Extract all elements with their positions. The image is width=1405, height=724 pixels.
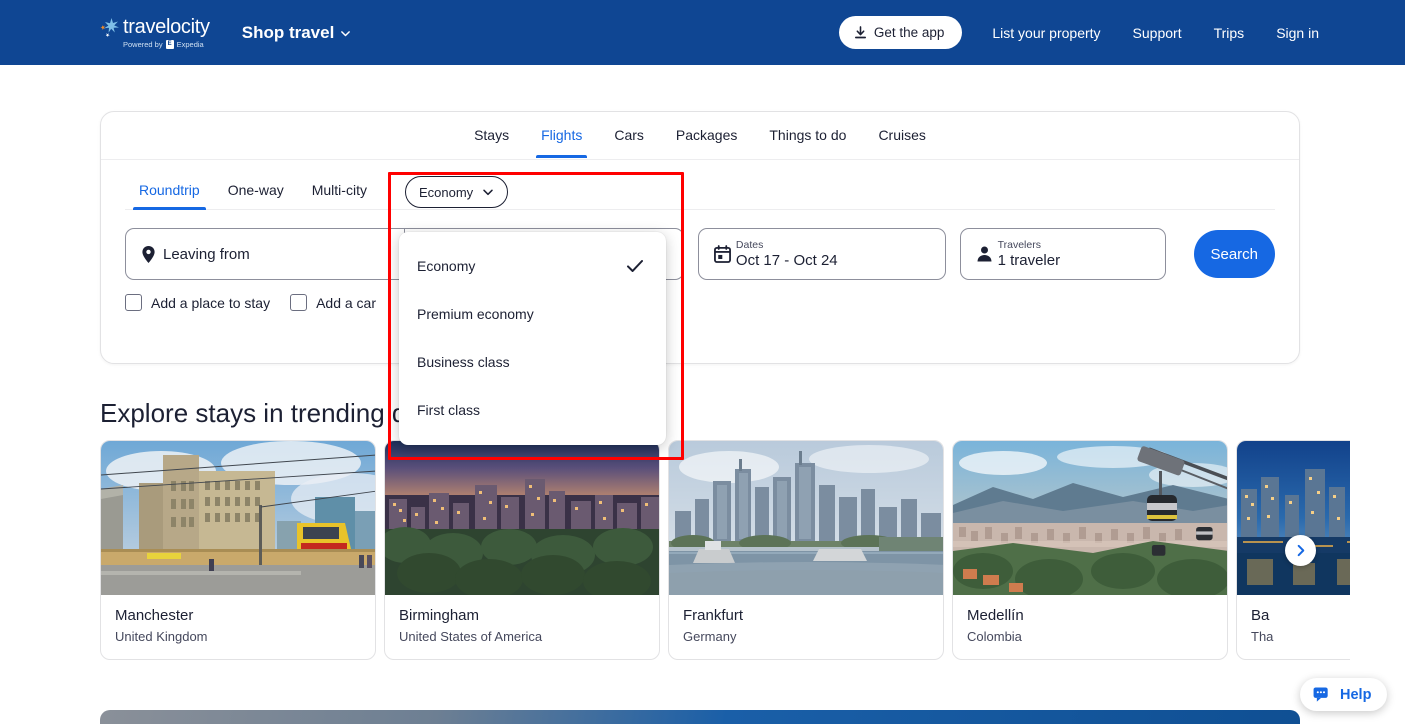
trip-type-row: Roundtrip One-way Multi-city Economy (101, 160, 1299, 210)
powered-by-text: Powered by (123, 39, 163, 49)
tab-cruises[interactable]: Cruises (862, 114, 941, 157)
tab-packages[interactable]: Packages (660, 114, 753, 157)
destination-city: Frankfurt (683, 607, 744, 624)
search-fields-row: Leaving from Going to (101, 210, 1299, 280)
nav-support[interactable]: Support (1117, 25, 1198, 41)
checkbox-icon[interactable] (290, 294, 308, 311)
trip-tab-multi-city[interactable]: Multi-city (298, 174, 381, 210)
destination-meta: Birmingham United States of America (385, 595, 659, 644)
destination-country: Tha (1251, 629, 1274, 644)
tab-things-to-do[interactable]: Things to do (753, 114, 862, 157)
expedia-badge-icon: E (165, 39, 174, 49)
header-nav: Get the app List your property Support T… (838, 16, 1319, 49)
get-the-app-button[interactable]: Get the app (838, 16, 963, 49)
tab-stays[interactable]: Stays (458, 114, 525, 157)
cabin-class-dropdown-menu: Economy Premium economy Business class F… (399, 232, 666, 445)
destination-image-bangkok (1237, 441, 1350, 595)
chat-bubble-icon (1313, 686, 1332, 703)
add-place-to-stay-checkbox[interactable]: Add a place to stay (125, 294, 270, 311)
destination-city: Manchester (115, 607, 194, 624)
travelers-field-label: Travelers (997, 238, 1041, 251)
destination-meta: Medellín Colombia (953, 595, 1227, 644)
bottom-promo-banner[interactable] (100, 710, 1300, 724)
shop-travel-label: Shop travel (241, 22, 335, 42)
dates-field-value: Oct 17 - Oct 24 (735, 251, 838, 269)
nav-trips[interactable]: Trips (1198, 25, 1261, 41)
destination-card[interactable]: Birmingham United States of America (384, 440, 660, 660)
cabin-option-economy[interactable]: Economy (399, 242, 666, 290)
nav-list-your-property[interactable]: List your property (976, 25, 1116, 41)
dates-field-label: Dates (735, 238, 764, 251)
calendar-icon (713, 245, 736, 263)
destination-image-manchester (101, 441, 375, 595)
tab-flights[interactable]: Flights (525, 114, 598, 158)
destination-image-frankfurt (669, 441, 943, 595)
search-options-row: Add a place to stay Add a car (101, 280, 1299, 311)
person-icon (976, 245, 998, 263)
add-a-car-label: Add a car (316, 294, 377, 311)
destination-country: Germany (683, 629, 737, 644)
destination-meta: Ba Tha (1237, 595, 1350, 644)
cabin-option-business-class[interactable]: Business class (399, 338, 666, 386)
destination-card[interactable]: Medellín Colombia (952, 440, 1228, 660)
location-pin-icon (141, 245, 163, 264)
carousel-next-button[interactable] (1285, 535, 1316, 566)
brand-powered-by: Powered by E Expedia (123, 39, 210, 49)
travelocity-home-page: travelocity Powered by E Expedia Shop tr… (0, 0, 1405, 724)
destination-country: Colombia (967, 629, 1022, 644)
travelocity-logo[interactable]: travelocity Powered by E Expedia (99, 17, 210, 49)
checkbox-icon[interactable] (125, 294, 142, 311)
check-icon (626, 259, 644, 274)
travelers-field-value: 1 traveler (997, 251, 1061, 269)
help-label: Help (1340, 686, 1372, 703)
download-icon (854, 25, 867, 40)
flight-search-card: Stays Flights Cars Packages Things to do… (100, 111, 1300, 364)
travelocity-star-icon (99, 17, 121, 43)
chevron-right-icon (1294, 544, 1307, 557)
trip-tab-one-way[interactable]: One-way (214, 174, 298, 210)
cabin-option-label: Premium economy (417, 306, 534, 322)
destination-city: Ba (1251, 607, 1270, 624)
destination-image-medellin (953, 441, 1227, 595)
destination-meta: Frankfurt Germany (669, 595, 943, 644)
site-header: travelocity Powered by E Expedia Shop tr… (0, 0, 1405, 65)
tab-cars[interactable]: Cars (598, 114, 660, 157)
brand-name: travelocity (123, 15, 210, 38)
shop-travel-menu[interactable]: Shop travel (241, 22, 351, 43)
trending-destinations-carousel: Manchester United Kingdom Birmingham Uni… (100, 440, 1350, 660)
cabin-option-first-class[interactable]: First class (399, 386, 666, 434)
origin-placeholder: Leaving from (163, 245, 250, 263)
cabin-option-label: Economy (417, 258, 476, 274)
destination-card[interactable]: Frankfurt Germany (668, 440, 944, 660)
cabin-class-dropdown-button[interactable]: Economy (404, 176, 509, 208)
line-of-business-tabs: Stays Flights Cars Packages Things to do… (101, 112, 1299, 160)
cabin-option-label: Business class (417, 354, 510, 370)
expedia-name: Expedia (176, 39, 204, 49)
chevron-down-icon (482, 186, 494, 198)
get-the-app-label: Get the app (873, 25, 945, 40)
dates-field[interactable]: Dates Oct 17 - Oct 24 (697, 228, 946, 280)
origin-field[interactable]: Leaving from (125, 228, 405, 280)
destination-meta: Manchester United Kingdom (101, 595, 375, 644)
destination-card[interactable]: Manchester United Kingdom (100, 440, 376, 660)
travelers-field[interactable]: Travelers 1 traveler (959, 228, 1166, 280)
search-button[interactable]: Search (1193, 230, 1275, 278)
cabin-option-premium-economy[interactable]: Premium economy (399, 290, 666, 338)
add-place-to-stay-label: Add a place to stay (151, 294, 271, 311)
add-a-car-checkbox[interactable]: Add a car (290, 294, 376, 311)
destination-country: United Kingdom (115, 629, 208, 644)
cabin-option-label: First class (417, 402, 480, 418)
trip-tab-roundtrip[interactable]: Roundtrip (125, 174, 214, 210)
cabin-class-label: Economy (418, 184, 474, 200)
destination-city: Medellín (967, 607, 1024, 624)
nav-sign-in[interactable]: Sign in (1260, 25, 1319, 41)
destination-image-birmingham (385, 441, 659, 595)
chevron-down-icon (340, 28, 351, 37)
help-button[interactable]: Help (1300, 678, 1388, 711)
destination-city: Birmingham (399, 607, 480, 624)
destination-country: United States of America (399, 629, 543, 644)
